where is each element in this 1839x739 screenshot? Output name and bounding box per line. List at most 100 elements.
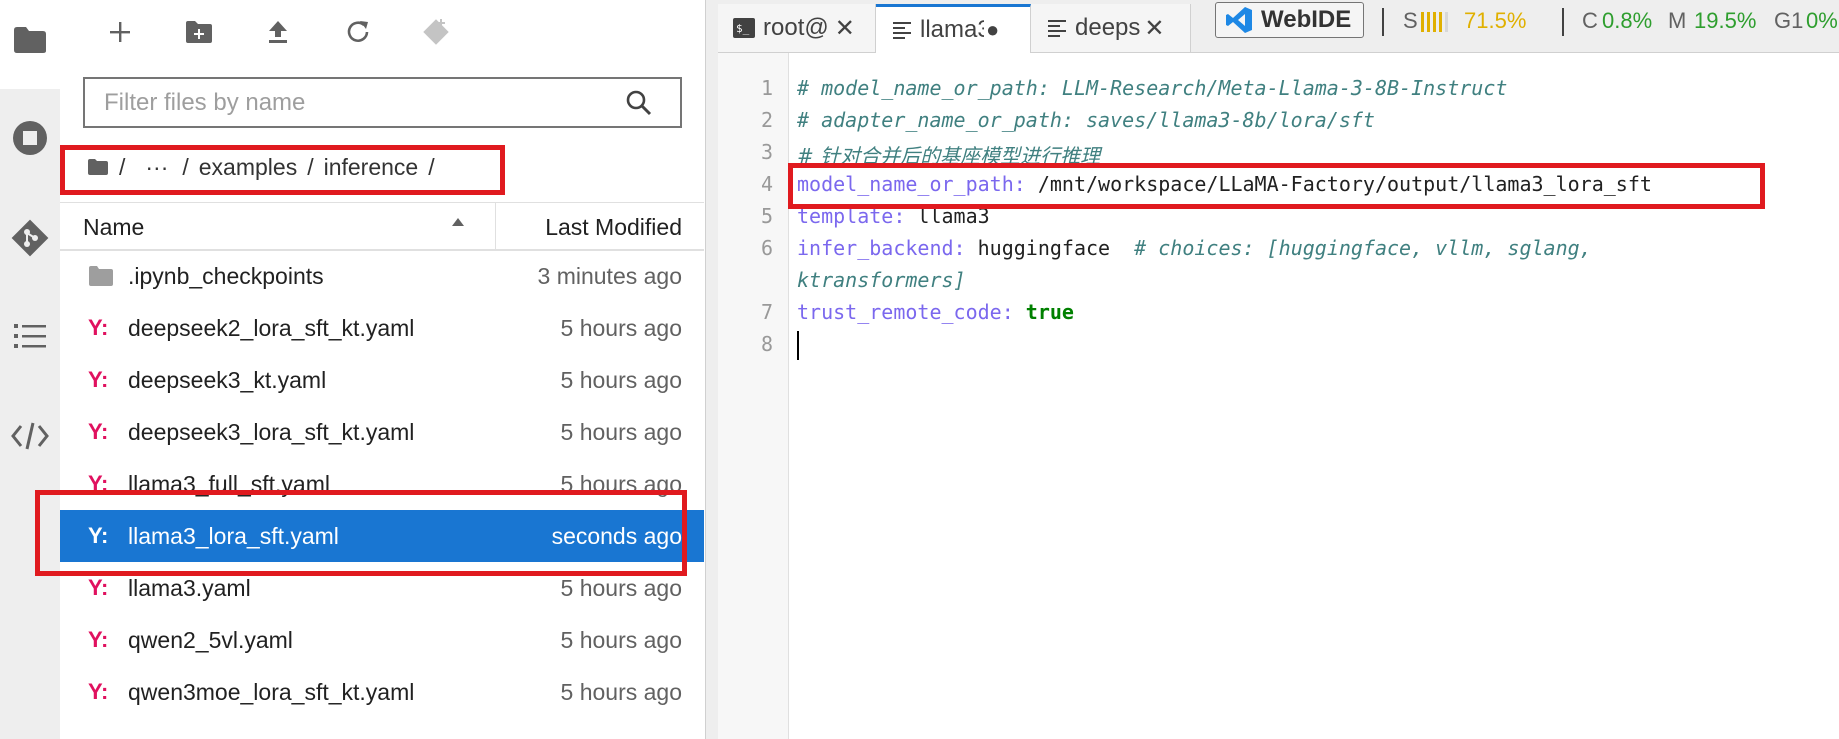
unsaved-dot-icon[interactable]: ● xyxy=(986,17,999,43)
status-s-value: 71.5% xyxy=(1464,8,1527,33)
file-modified: 5 hours ago xyxy=(560,314,682,341)
status-c-label: C xyxy=(1582,8,1598,33)
file-name: llama3_full_sft.yaml xyxy=(128,470,330,497)
new-folder-button[interactable] xyxy=(181,14,217,50)
column-name-header[interactable]: Name xyxy=(83,214,144,241)
yaml-icon-glyph: Y: xyxy=(88,315,109,340)
git-icon[interactable] xyxy=(0,218,60,258)
line-number: 5 xyxy=(760,204,773,228)
webide-label: WebIDE xyxy=(1261,6,1352,33)
folder-icon[interactable] xyxy=(0,20,60,60)
file-list-item[interactable]: Y: llama3_lora_sft.yaml seconds ago xyxy=(60,510,704,562)
file-list-item[interactable]: Y: deepseek3_lora_sft_kt.yaml 5 hours ago xyxy=(60,406,704,458)
yaml-file-icon: Y: xyxy=(88,471,124,497)
breadcrumb-inference[interactable]: inference xyxy=(324,154,419,181)
yaml-value: llama3 xyxy=(905,204,990,228)
refresh-icon xyxy=(347,21,369,42)
editor-area: $_ root@ ✕ llama3 ● deeps ✕ WebIDE S 71.… xyxy=(718,0,1839,739)
text-file-icon xyxy=(1048,20,1066,37)
git-clone-button[interactable] xyxy=(418,14,454,50)
status-divider xyxy=(1562,8,1564,36)
line-number: 8 xyxy=(760,332,773,356)
yaml-icon-glyph: Y: xyxy=(88,627,109,652)
file-browser-panel: / ··· / examples / inference / Name Last… xyxy=(60,0,706,739)
breadcrumb: / ··· / examples / inference / xyxy=(87,150,445,184)
yaml-icon-glyph: Y: xyxy=(88,679,109,704)
code-line-6-wrap[interactable]: ktransformers] xyxy=(797,268,966,292)
code-line-6[interactable]: infer_backend: huggingface # choices: [h… xyxy=(797,236,1592,260)
sort-ascending-icon[interactable] xyxy=(451,217,465,227)
breadcrumb-root[interactable]: / xyxy=(119,154,125,181)
yaml-comment: # choices: [huggingface, vllm, sglang, xyxy=(1134,236,1592,260)
file-list-item[interactable]: .ipynb_checkpoints 3 minutes ago xyxy=(60,250,704,302)
code-line-2[interactable]: # adapter_name_or_path: saves/llama3-8b/… xyxy=(797,108,1375,132)
upload-icon xyxy=(269,21,287,43)
yaml-file-icon: Y: xyxy=(88,679,124,705)
panel-splitter[interactable] xyxy=(706,0,718,739)
status-g-value: 0% xyxy=(1806,8,1838,33)
file-name: deepseek3_lora_sft_kt.yaml xyxy=(128,418,415,445)
breadcrumb-separator: / xyxy=(428,153,435,180)
new-launcher-button[interactable] xyxy=(102,14,138,50)
status-m-value: 19.5% xyxy=(1694,8,1757,33)
tab-deeps[interactable]: deeps ✕ xyxy=(1031,4,1191,52)
close-icon[interactable]: ✕ xyxy=(835,14,855,43)
refresh-button[interactable] xyxy=(340,14,376,50)
column-divider[interactable] xyxy=(495,203,496,249)
file-list-item[interactable]: Y: llama3_full_sft.yaml 5 hours ago xyxy=(60,458,704,510)
file-list-header: Name Last Modified xyxy=(60,202,704,251)
status-g-label: G1 xyxy=(1774,8,1804,33)
list-icon[interactable] xyxy=(0,316,60,356)
line-number: 6 xyxy=(760,236,773,260)
line-number-gutter: 1 2 3 4 5 6 7 8 xyxy=(718,53,789,739)
file-modified: 5 hours ago xyxy=(560,366,682,393)
file-list-item[interactable]: Y: deepseek2_lora_sft_kt.yaml 5 hours ago xyxy=(60,302,704,354)
yaml-icon-glyph: Y: xyxy=(88,419,109,444)
line-number: 1 xyxy=(760,76,773,100)
tab-label: llama3 xyxy=(920,16,984,43)
upload-button[interactable] xyxy=(260,14,296,50)
status-divider xyxy=(1382,8,1384,36)
file-modified: 3 minutes ago xyxy=(537,262,682,289)
code-line-1[interactable]: # model_name_or_path: LLM-Research/Meta-… xyxy=(797,76,1507,100)
file-name: qwen2_5vl.yaml xyxy=(128,626,293,653)
breadcrumb-separator: / xyxy=(182,153,189,180)
column-modified-header[interactable]: Last Modified xyxy=(545,214,682,241)
svg-text:$_: $_ xyxy=(736,22,750,35)
yaml-key: model_name_or_path: xyxy=(797,172,1026,196)
code-line-3[interactable]: # 针对合并后的基座模型进行推理 xyxy=(797,140,1100,169)
code-line-7[interactable]: trust_remote_code: true xyxy=(797,300,1074,324)
stop-circle-icon[interactable] xyxy=(0,118,60,158)
yaml-icon-glyph: Y: xyxy=(88,471,109,496)
tab-terminal[interactable]: $_ root@ ✕ xyxy=(718,4,876,52)
search-icon[interactable] xyxy=(626,90,652,116)
breadcrumb-examples[interactable]: examples xyxy=(199,154,297,181)
yaml-key: template: xyxy=(797,204,906,228)
tab-label: root@ xyxy=(763,14,829,41)
file-modified: 5 hours ago xyxy=(560,574,682,601)
file-name: llama3.yaml xyxy=(128,574,251,601)
home-folder-icon[interactable] xyxy=(87,158,109,176)
file-modified: 5 hours ago xyxy=(560,470,682,497)
code-line-4[interactable]: model_name_or_path: /mnt/workspace/LLaMA… xyxy=(797,172,1652,196)
close-icon[interactable]: ✕ xyxy=(1144,14,1164,43)
file-list-item[interactable]: Y: deepseek3_kt.yaml 5 hours ago xyxy=(60,354,704,406)
file-list-item[interactable]: Y: llama3.yaml 5 hours ago xyxy=(60,562,704,614)
yaml-icon-glyph: Y: xyxy=(88,367,109,392)
activity-bar xyxy=(0,0,60,739)
breadcrumb-ellipsis[interactable]: ··· xyxy=(145,154,168,181)
status-m-label: M xyxy=(1668,8,1687,33)
webide-button[interactable]: WebIDE xyxy=(1215,2,1364,38)
code-line-5[interactable]: template: llama3 xyxy=(797,204,990,228)
file-list-item[interactable]: Y: qwen3moe_lora_sft_kt.yaml 5 hours ago xyxy=(60,666,704,718)
filter-input[interactable] xyxy=(102,87,626,118)
file-list-item[interactable]: Y: qwen2_5vl.yaml 5 hours ago xyxy=(60,614,704,666)
code-icon[interactable] xyxy=(0,416,60,456)
file-name: deepseek2_lora_sft_kt.yaml xyxy=(128,314,415,341)
yaml-file-icon: Y: xyxy=(88,627,124,653)
file-modified: 5 hours ago xyxy=(560,626,682,653)
tab-llama3[interactable]: llama3 ● xyxy=(876,4,1031,53)
plus-icon xyxy=(110,22,130,42)
yaml-icon-glyph: Y: xyxy=(88,523,109,548)
breadcrumb-separator: / xyxy=(307,153,314,180)
